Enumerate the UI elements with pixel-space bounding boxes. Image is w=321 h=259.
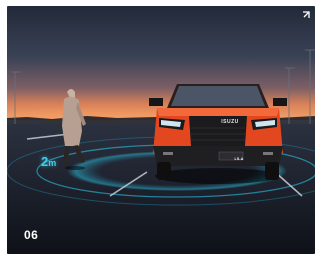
distance-readout: 2m — [41, 154, 56, 169]
bumper-badge-text: LS-A — [234, 157, 244, 161]
slide-number: 06 — [24, 228, 39, 242]
grille-logo-text: ISUZU — [221, 119, 239, 125]
truck-sensor-scene — [7, 6, 315, 254]
distance-unit: m — [48, 158, 57, 168]
expand-button[interactable] — [295, 6, 315, 26]
feature-slide: ISUZU LS-A 2m 06 — [7, 6, 315, 254]
